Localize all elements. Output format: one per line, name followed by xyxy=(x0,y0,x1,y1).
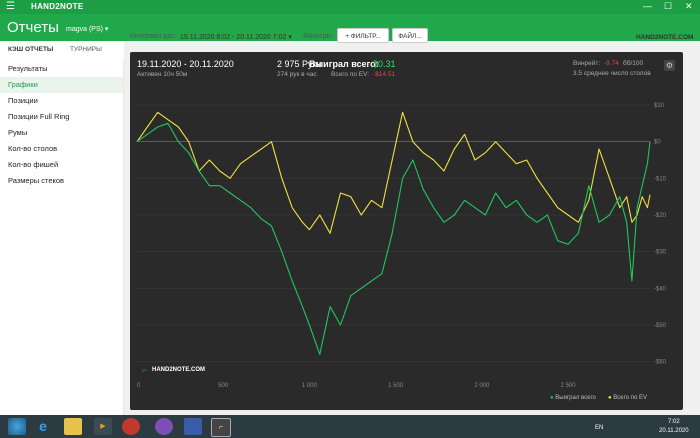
filter-button-label: ФИЛЬТР... xyxy=(350,33,381,40)
legend-ev[interactable]: ● Всего по EV xyxy=(608,395,647,401)
sidebar-item-rooms[interactable]: Румы xyxy=(0,125,123,141)
tab-cash-reports[interactable]: КЭШ ОТЧЕТЫ xyxy=(8,46,53,53)
y-tick-label: -$10 xyxy=(654,176,667,182)
viber-icon[interactable] xyxy=(155,418,173,435)
clock-date: 20.11.2020 xyxy=(659,428,689,434)
hand2note-logo-icon: ⌐ xyxy=(622,32,628,42)
maximize-button[interactable]: ☐ xyxy=(664,1,672,12)
plus-icon: + xyxy=(345,33,349,40)
y-tick-label: -$20 xyxy=(654,213,667,219)
title-bar: ☰ HAND2NOTE — ☐ ✕ xyxy=(0,0,700,14)
y-tick-label: $10 xyxy=(654,103,665,109)
sidebar-item-tables-count[interactable]: Кол-во столов xyxy=(0,141,123,157)
x-tick-label: 500 xyxy=(218,383,229,389)
save-icon[interactable] xyxy=(184,418,202,435)
x-tick-label: 2 000 xyxy=(474,383,490,389)
y-tick-label: -$40 xyxy=(654,286,667,292)
chart-panel: 19.11.2020 - 20.11.2020 Активен 10ч 50м … xyxy=(130,52,683,410)
sidebar: Результаты Графики Позиции Позиции Full … xyxy=(0,61,124,415)
account-name: magva (PS) xyxy=(66,26,103,33)
filter-button[interactable]: + ФИЛЬТР... xyxy=(337,28,389,43)
sidebar-item-chips-count[interactable]: Кол-во фишей xyxy=(0,157,123,173)
sidebar-item-graphs[interactable]: Графики xyxy=(0,77,123,93)
ie-icon[interactable]: e xyxy=(34,418,52,435)
sidebar-item-results[interactable]: Результаты xyxy=(0,61,123,77)
x-tick-label: 1 500 xyxy=(388,383,404,389)
tab-tournaments[interactable]: ТУРНИРЫ xyxy=(70,46,102,53)
media-icon[interactable]: ▶ xyxy=(94,418,112,435)
close-button[interactable]: ✕ xyxy=(685,1,693,12)
sidebar-item-stack-sizes[interactable]: Размеры стеков xyxy=(0,173,123,189)
interval-label: Интервал дат: xyxy=(130,33,177,40)
sidebar-item-positions-full-ring[interactable]: Позиции Full Ring xyxy=(0,109,123,125)
y-tick-label: -$30 xyxy=(654,250,667,256)
file-button[interactable]: ФАЙЛ... xyxy=(392,28,428,43)
account-selector[interactable]: magva (PS) ▾ xyxy=(66,25,108,33)
explorer-icon[interactable] xyxy=(64,418,82,435)
won-series-line xyxy=(136,122,651,355)
filters-label: Фильтры: xyxy=(303,33,334,40)
y-tick-label: $0 xyxy=(654,140,661,146)
chart-watermark: HAND2NOTE.COM xyxy=(152,367,206,373)
chevron-down-icon: ▾ xyxy=(288,34,292,41)
line-chart: $10 $0 -$10 -$20 -$30 -$40 -$50 -$60 0 500 1 000 1 … xyxy=(136,103,667,389)
clock-time: 7:02 xyxy=(668,419,680,425)
hand2note-icon[interactable]: ⌐ xyxy=(211,418,231,437)
sidebar-item-positions[interactable]: Позиции xyxy=(0,93,123,109)
legend-won[interactable]: ● Выиграл всего xyxy=(550,395,596,401)
y-tick-label: -$60 xyxy=(654,360,667,366)
hand2note-logo-icon: ⌐ xyxy=(142,365,148,375)
legend-ev-label: Всего по EV xyxy=(613,395,647,401)
interval-selector[interactable]: 19.11.2020 8:02 - 20.11.2020 7:02 ▾ xyxy=(180,33,292,41)
hamburger-icon[interactable]: ☰ xyxy=(6,1,15,12)
interval-value: 19.11.2020 8:02 - 20.11.2020 7:02 xyxy=(180,34,287,41)
x-tick-label: 2 500 xyxy=(561,383,577,389)
y-tick-label: -$50 xyxy=(654,323,667,329)
x-tick-label: 1 000 xyxy=(302,383,318,389)
page-title: Отчеты xyxy=(7,19,59,36)
opera-icon[interactable] xyxy=(122,418,140,435)
report-tabs: КЭШ ОТЧЕТЫ ТУРНИРЫ xyxy=(0,41,123,101)
x-tick-label: 0 xyxy=(137,383,141,389)
legend-won-label: Выиграл всего xyxy=(555,395,596,401)
brand-text: HAND2NOTE.COM xyxy=(636,34,694,41)
minimize-button[interactable]: — xyxy=(643,1,652,11)
app-name: HAND2NOTE xyxy=(31,2,84,11)
windows-start-icon[interactable] xyxy=(8,418,26,435)
language-indicator[interactable]: EN xyxy=(595,425,603,431)
chevron-down-icon: ▾ xyxy=(104,26,109,33)
